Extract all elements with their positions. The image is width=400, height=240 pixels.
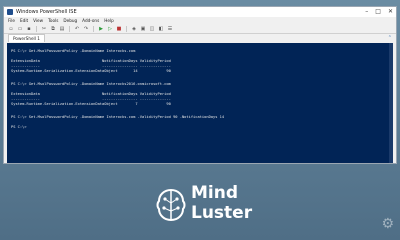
menu-view[interactable]: View [33,18,43,23]
powershell-ise-window: Windows PowerShell ISE – □ ✕ File Edit V… [3,6,397,164]
run-script-icon[interactable]: ▶ [98,26,104,32]
cut-icon[interactable]: ✂ [41,26,47,32]
menu-add-ons[interactable]: Add-ons [82,18,99,23]
powershell-icon [7,9,13,15]
watermark-text-line1: Mind [191,183,239,203]
console-line: System.Runtime.Serialization.ExtensionDa… [11,69,171,73]
tab-powershell-1[interactable]: PowerShell 1 [8,34,45,42]
toolbar-separator [36,25,37,32]
menu-file[interactable]: File [8,18,15,23]
console-prompt: PS C:\> [11,125,27,129]
menu-bar: File Edit View Tools Debug Add-ons Help [4,17,396,24]
close-button[interactable]: ✕ [388,8,393,16]
window-title: Windows PowerShell ISE [16,9,77,15]
console-line: PS C:\> Get-MsolPasswordPolicy -DomainNa… [11,49,136,53]
remote-powershell-icon[interactable]: ◈ [131,26,137,32]
toolbar-separator [126,25,127,32]
layout-icon[interactable]: ◧ [158,26,164,32]
console-line: PS C:\> Set-MsolPasswordPolicy -DomainNa… [11,115,225,119]
undo-icon[interactable]: ↶ [74,26,80,32]
stop-icon[interactable]: ■ [116,26,122,32]
menu-edit[interactable]: Edit [20,18,28,23]
toolbar-separator [93,25,94,32]
tab-strip: PowerShell 1 [4,34,396,42]
console-icon[interactable]: ▣ [140,26,146,32]
toolbar: ▫ ▭ ▪ ✂ ⧉ ▤ ↶ ↷ ▶ ▷ ■ ◈ ▣ ◫ ◧ ☰ [4,24,396,34]
save-icon[interactable]: ▪ [26,26,32,32]
menu-debug[interactable]: Debug [63,18,77,23]
copy-icon[interactable]: ⧉ [50,26,56,32]
layout-icon[interactable]: ◫ [149,26,155,32]
run-selection-icon[interactable]: ▷ [107,26,113,32]
window-controls: – □ ✕ [365,8,393,16]
minimize-button[interactable]: – [365,8,368,16]
open-file-icon[interactable]: ▭ [17,26,23,32]
new-file-icon[interactable]: ▫ [8,26,14,32]
console-line: System.Runtime.Serialization.ExtensionDa… [11,102,171,106]
settings-gear-icon[interactable]: ⚙ [381,216,394,232]
watermark-text-line2: Luster [191,203,253,223]
mindluster-watermark: Mind Luster [155,183,255,229]
console-line: ExtensionData NotificationDays ValidityP… [11,59,171,63]
console-line: PS C:\> Get-MsolPasswordPolicy -DomainNa… [11,82,171,86]
menu-help[interactable]: Help [104,18,114,23]
redo-icon[interactable]: ↷ [83,26,89,32]
menu-tools[interactable]: Tools [48,18,58,23]
console-pane[interactable]: PS C:\> Get-MsolPasswordPolicy -DomainNa… [7,43,393,163]
toolbar-separator [69,25,70,32]
console-line: ------------- ---------------- ---------… [11,64,171,68]
show-commands-icon[interactable]: ☰ [167,26,173,32]
maximize-button[interactable]: □ [375,8,381,16]
title-bar: Windows PowerShell ISE – □ ✕ [4,7,396,17]
brain-logo-icon [156,188,186,222]
console-scrollbar[interactable] [389,43,393,163]
paste-icon[interactable]: ▤ [59,26,65,32]
console-line: ExtensionData NotificationDays ValidityP… [11,92,171,96]
console-line: ------------- ---------------- ---------… [11,97,171,101]
script-pane-toggle-icon[interactable]: ⌃ [388,35,392,41]
